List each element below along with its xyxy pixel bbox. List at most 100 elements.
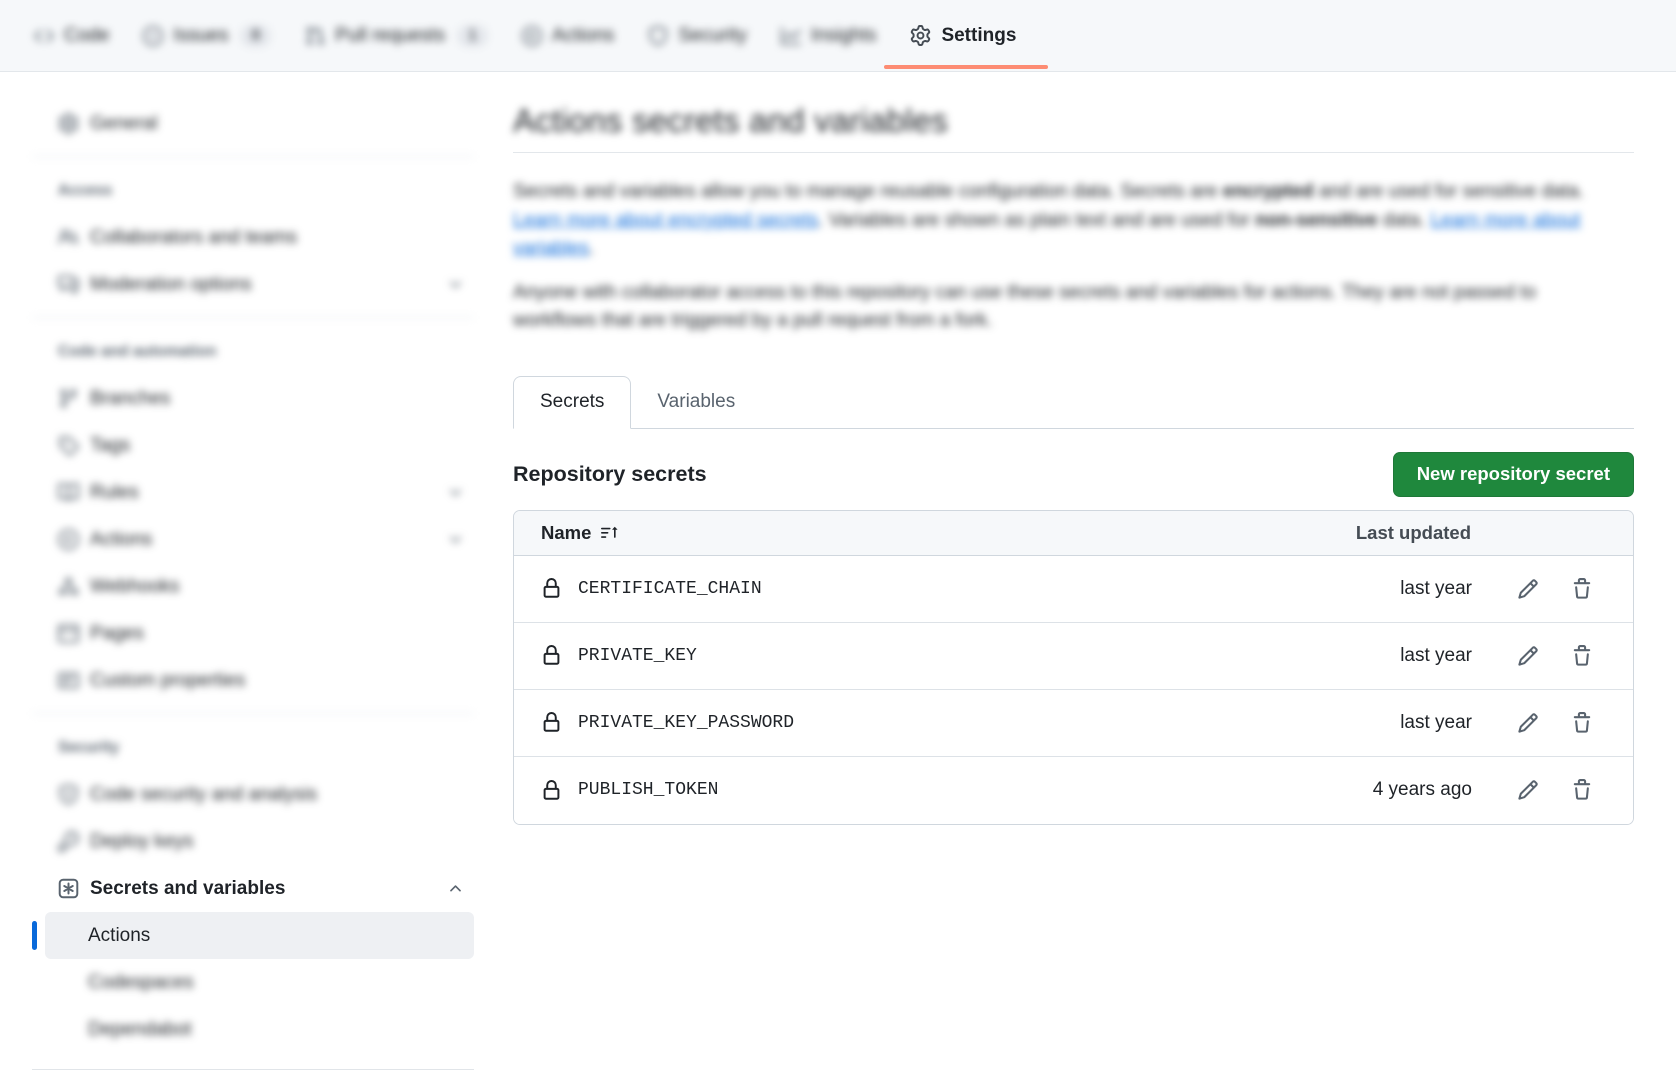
desc-text: Secrets and variables allow you to manag… (513, 181, 1223, 202)
delete-secret-button[interactable] (1571, 712, 1593, 734)
sidebar-item-secrets-and-variables[interactable]: Secrets and variables (45, 865, 474, 912)
secret-name: PRIVATE_KEY_PASSWORD (578, 713, 794, 733)
edit-secret-button[interactable] (1517, 645, 1539, 667)
tab-settings[interactable]: Settings (910, 0, 1016, 71)
tab-label: Settings (941, 25, 1016, 47)
delete-secret-button[interactable] (1571, 578, 1593, 600)
delete-secret-button[interactable] (1571, 645, 1593, 667)
pull-requests-count-badge: 1 (457, 25, 488, 47)
tab-label: Pull requests (335, 25, 445, 47)
chevron-up-icon (447, 880, 464, 897)
lock-icon (541, 712, 562, 733)
sidebar-item-pages[interactable]: Pages (45, 610, 474, 657)
note-icon (58, 670, 79, 691)
sidebar-item-webhooks[interactable]: Webhooks (45, 563, 474, 610)
sidebar-item-deploy-keys[interactable]: Deploy keys (45, 818, 474, 865)
sidebar-item-label: Dependabot (88, 1019, 192, 1041)
tab-label: Issues (173, 25, 228, 47)
sidebar-item-rules[interactable]: Rules (45, 469, 474, 516)
shield-icon (648, 26, 668, 46)
webhook-icon (58, 576, 79, 597)
tab-insights[interactable]: Insights (781, 0, 876, 71)
repo-nav: Code Issues 8 Pull requests 1 Actions Se… (0, 0, 1676, 72)
sidebar-item-code-security[interactable]: Code security and analysis (45, 771, 474, 818)
sidebar-item-collaborators[interactable]: Collaborators and teams (45, 214, 474, 261)
secrets-table: Name Last updated CERTIFICATE_CHAIN last… (513, 510, 1634, 825)
sort-ascending-icon (601, 524, 618, 541)
git-branch-icon (58, 388, 79, 409)
sidebar-subitem-codespaces-secrets[interactable]: Codespaces (45, 959, 474, 1006)
sidebar-item-custom-properties[interactable]: Custom properties (45, 657, 474, 704)
key-icon (58, 831, 79, 852)
sidebar-item-tags[interactable]: Tags (45, 422, 474, 469)
issue-opened-icon (143, 26, 163, 46)
sidebar-item-label: Webhooks (90, 576, 179, 598)
tab-secrets[interactable]: Secrets (513, 376, 631, 429)
pencil-icon (1517, 779, 1539, 801)
table-header-row: Name Last updated (514, 511, 1633, 556)
tab-pull-requests[interactable]: Pull requests 1 (305, 0, 488, 71)
sidebar-item-moderation-options[interactable]: Moderation options (45, 261, 474, 308)
chevron-down-icon (447, 531, 464, 548)
lock-icon (541, 645, 562, 666)
book-icon (58, 482, 79, 503)
table-row: CERTIFICATE_CHAIN last year (514, 556, 1633, 623)
page-title: Actions secrets and variables (513, 102, 1634, 140)
secret-last-updated: last year (1400, 645, 1472, 667)
edit-secret-button[interactable] (1517, 779, 1539, 801)
sidebar-item-label: Secrets and variables (90, 878, 285, 900)
sidebar-item-label: Moderation options (90, 274, 252, 296)
section-header-access: Access (58, 167, 474, 214)
sidebar-subitem-dependabot-secrets[interactable]: Dependabot (45, 1006, 474, 1053)
selected-indicator-bar (32, 921, 37, 950)
tab-variables[interactable]: Variables (631, 376, 761, 428)
sidebar-subitem-actions-secrets[interactable]: Actions (45, 912, 474, 959)
new-repository-secret-button[interactable]: New repository secret (1393, 452, 1634, 497)
link-encrypted-secrets[interactable]: Learn more about encrypted secrets (513, 210, 818, 231)
desc-bold-non-sensitive: non-sensitive (1255, 210, 1377, 231)
sidebar-item-actions[interactable]: Actions (45, 516, 474, 563)
pencil-icon (1517, 578, 1539, 600)
title-divider (513, 152, 1634, 153)
sidebar-item-label: Codespaces (88, 972, 194, 994)
people-icon (58, 227, 79, 248)
sidebar-item-label: Actions (88, 925, 150, 947)
description-paragraph-1: Secrets and variables allow you to manag… (513, 178, 1621, 264)
sidebar-item-label: General (90, 113, 158, 135)
play-icon (522, 26, 542, 46)
edit-secret-button[interactable] (1517, 712, 1539, 734)
sidebar-item-label: Rules (90, 482, 139, 504)
table-row: PUBLISH_TOKEN 4 years ago (514, 757, 1633, 824)
secret-last-updated: last year (1400, 578, 1472, 600)
shield-lock-icon (58, 784, 79, 805)
edit-secret-button[interactable] (1517, 578, 1539, 600)
sidebar-item-label: Custom properties (90, 670, 245, 692)
sort-by-name-control[interactable]: Name (541, 522, 618, 544)
tab-security[interactable]: Security (648, 0, 747, 71)
play-icon (58, 529, 79, 550)
divider (32, 1069, 474, 1070)
browser-icon (58, 623, 79, 644)
secret-last-updated: 4 years ago (1373, 779, 1472, 801)
sidebar-item-label: Actions (90, 529, 152, 551)
sidebar-item-label: Collaborators and teams (90, 227, 297, 249)
key-asterisk-icon (58, 878, 79, 899)
tab-label: Code (64, 25, 109, 47)
graph-icon (781, 26, 801, 46)
secret-last-updated: last year (1400, 712, 1472, 734)
sidebar-item-label: Code security and analysis (90, 784, 317, 806)
table-row: PRIVATE_KEY_PASSWORD last year (514, 690, 1633, 757)
sidebar-item-general[interactable]: General (45, 100, 474, 147)
divider (32, 713, 474, 714)
desc-text: . (589, 238, 594, 259)
section-heading: Repository secrets (513, 462, 707, 487)
comment-discussion-icon (58, 274, 79, 295)
tab-issues[interactable]: Issues 8 (143, 0, 271, 71)
sidebar-item-branches[interactable]: Branches (45, 375, 474, 422)
pencil-icon (1517, 645, 1539, 667)
tab-actions[interactable]: Actions (522, 0, 614, 71)
divider (32, 156, 474, 157)
delete-secret-button[interactable] (1571, 779, 1593, 801)
secrets-variables-tabnav: Secrets Variables (513, 376, 1634, 429)
tab-code[interactable]: Code (34, 0, 109, 71)
